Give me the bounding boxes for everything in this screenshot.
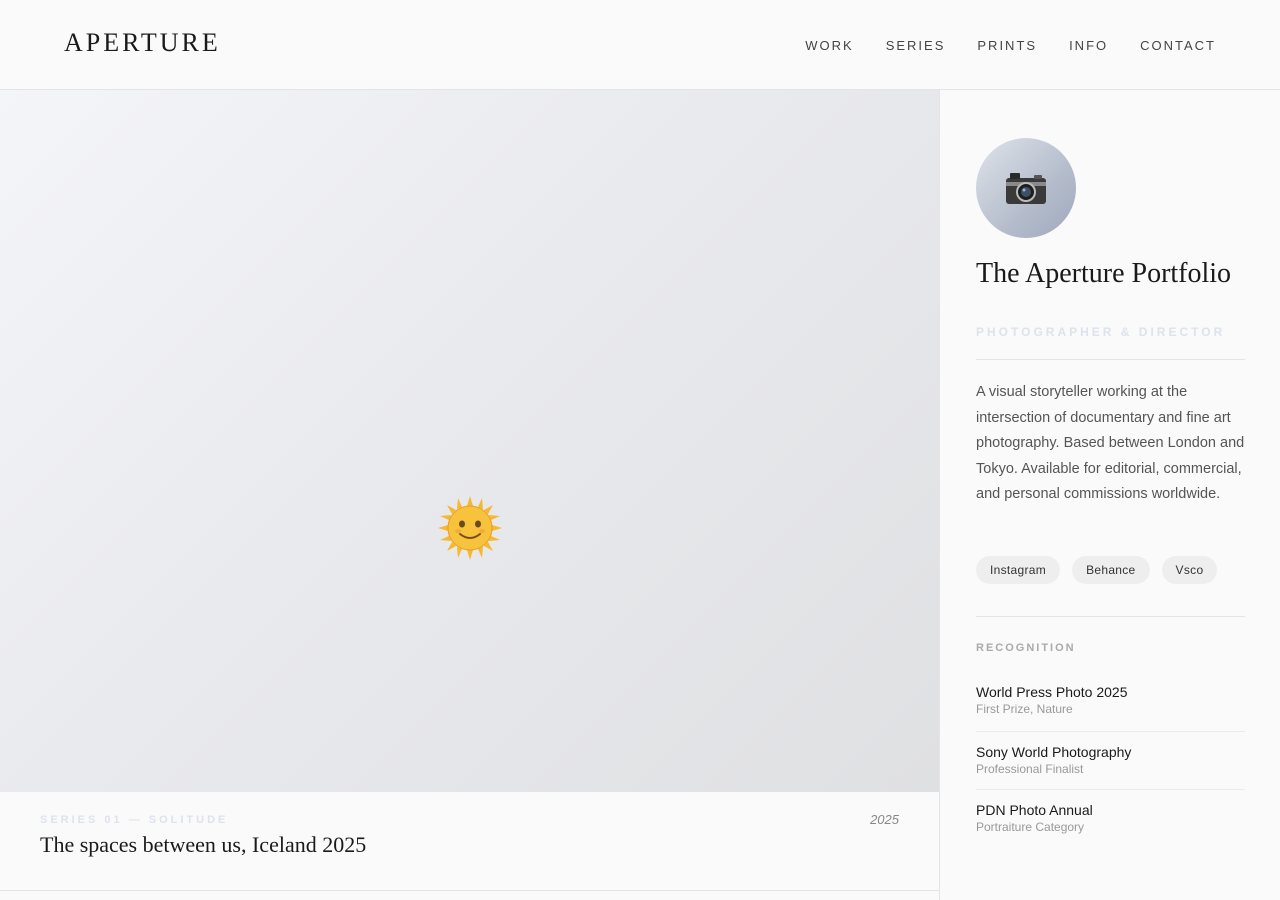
camera-icon bbox=[1006, 173, 1046, 204]
list-item: Sony World Photography Professional Fina… bbox=[976, 732, 1245, 790]
list-item: World Press Photo 2025 First Prize, Natu… bbox=[976, 674, 1245, 732]
social-instagram[interactable]: Instagram bbox=[976, 556, 1061, 584]
nav-contact[interactable]: CONTACT bbox=[1140, 38, 1216, 53]
list-item: PDN Photo Annual Portraiture Category bbox=[976, 790, 1245, 847]
award-detail: Portraiture Category bbox=[976, 820, 1085, 834]
series-year: 2025 bbox=[870, 812, 899, 827]
portfolio-title: The Aperture Portfolio bbox=[976, 258, 1232, 289]
divider bbox=[976, 359, 1245, 360]
nav-info[interactable]: INFO bbox=[1069, 38, 1108, 53]
award-name: PDN Photo Annual bbox=[976, 802, 1093, 818]
sun-face-icon bbox=[438, 496, 502, 560]
site-header: APERTURE WORK SERIES PRINTS INFO CONTACT bbox=[0, 0, 1280, 90]
hero-caption: SERIES 01 — SOLITUDE 2025 The spaces bet… bbox=[0, 792, 939, 891]
social-behance[interactable]: Behance bbox=[1072, 556, 1150, 584]
hero-image[interactable] bbox=[0, 90, 939, 792]
social-vsco[interactable]: Vsco bbox=[1161, 556, 1218, 584]
nav-series[interactable]: SERIES bbox=[886, 38, 946, 53]
image-title[interactable]: The spaces between us, Iceland 2025 bbox=[40, 832, 366, 858]
main-nav: WORK SERIES PRINTS INFO CONTACT bbox=[805, 38, 1216, 53]
divider bbox=[976, 616, 1245, 617]
award-detail: Professional Finalist bbox=[976, 762, 1084, 776]
site-logo[interactable]: APERTURE bbox=[64, 28, 221, 58]
series-label: SERIES 01 — SOLITUDE bbox=[40, 814, 229, 826]
recognition-heading: RECOGNITION bbox=[976, 642, 1076, 654]
role-label: PHOTOGRAPHER & DIRECTOR bbox=[976, 325, 1226, 339]
nav-prints[interactable]: PRINTS bbox=[977, 38, 1037, 53]
award-name: Sony World Photography bbox=[976, 744, 1132, 760]
recognition-list: World Press Photo 2025 First Prize, Natu… bbox=[976, 674, 1245, 847]
nav-work[interactable]: WORK bbox=[805, 38, 853, 53]
bio-text: A visual storyteller working at the inte… bbox=[976, 384, 1245, 502]
social-links: Instagram Behance Vsco bbox=[976, 556, 1218, 584]
award-name: World Press Photo 2025 bbox=[976, 684, 1128, 700]
avatar bbox=[976, 138, 1076, 238]
award-detail: First Prize, Nature bbox=[976, 702, 1073, 716]
profile-sidebar: The Aperture Portfolio PHOTOGRAPHER & DI… bbox=[939, 90, 1280, 900]
